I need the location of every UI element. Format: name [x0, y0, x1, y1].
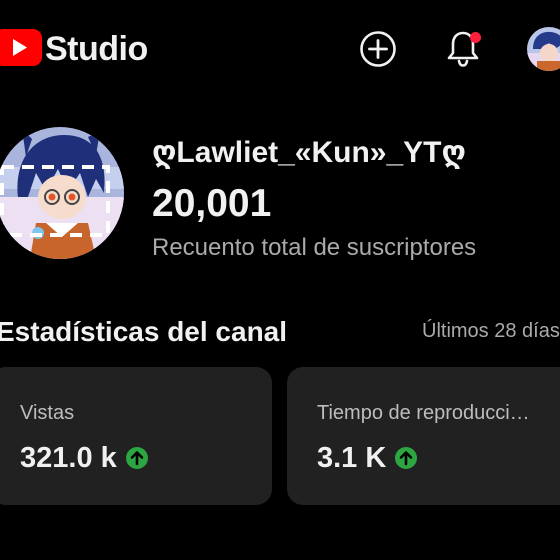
stat-card-value: 3.1 K: [317, 442, 387, 474]
stat-card-value: 321.0 k: [20, 442, 117, 474]
subscriber-count: 20,001: [152, 182, 272, 225]
studio-wordmark: Studio: [45, 30, 148, 68]
notification-badge: [470, 32, 481, 43]
create-button[interactable]: [358, 29, 398, 69]
trend-up-icon: [394, 446, 418, 470]
channel-avatar[interactable]: [0, 127, 124, 259]
stat-card-label: Vistas: [20, 402, 75, 424]
youtube-logo-icon[interactable]: [0, 29, 42, 66]
stat-card-value-row: 3.1 K: [317, 439, 418, 477]
channel-stats-title: Estadísticas del canal: [0, 316, 288, 347]
stat-card-value-row: 321.0 k: [20, 439, 149, 477]
watch-time-stat-card[interactable]: Tiempo de reproducci… 3.1 K: [287, 367, 560, 505]
views-stat-card[interactable]: Vistas 321.0 k: [0, 367, 272, 505]
stat-card-label: Tiempo de reproducci…: [317, 402, 530, 424]
account-avatar[interactable]: [527, 27, 560, 71]
subscriber-count-label: Recuento total de suscriptores: [152, 234, 477, 261]
trend-up-icon: [125, 446, 149, 470]
create-plus-icon: [360, 31, 396, 67]
channel-name[interactable]: ღLawliet_«Kun»_YTღ: [152, 133, 466, 173]
stats-period: Últimos 28 días: [422, 320, 560, 342]
